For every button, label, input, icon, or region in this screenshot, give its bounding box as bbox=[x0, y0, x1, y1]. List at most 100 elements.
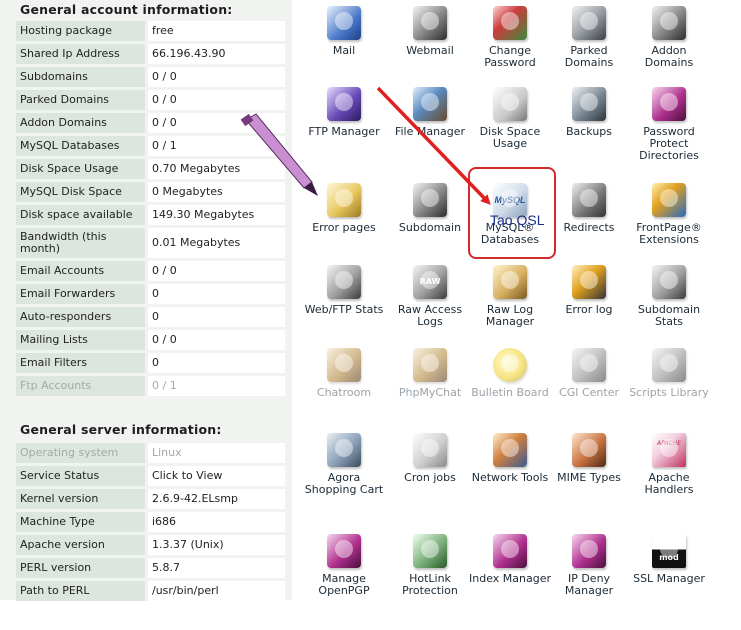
info-value: 5.8.7 bbox=[148, 558, 285, 578]
info-label: MySQL Databases bbox=[16, 136, 148, 156]
error-pages-tile[interactable]: Error pages bbox=[302, 183, 386, 234]
subdomain-stats-tile[interactable]: Subdomain Stats bbox=[627, 265, 711, 328]
info-value: 0 / 0 bbox=[148, 330, 285, 350]
service-status-link[interactable]: Click to View bbox=[148, 466, 285, 486]
info-label: Hosting package bbox=[16, 21, 148, 41]
info-value: 1.3.37 (Unix) bbox=[148, 535, 285, 555]
parked-domains-tile[interactable]: Parked Domains bbox=[547, 6, 631, 69]
manage-openpgp-tile[interactable]: Manage OpenPGP bbox=[302, 534, 386, 597]
redirects-tile[interactable]: Redirects bbox=[547, 183, 631, 234]
raw-access-logs-icon: RAW bbox=[413, 265, 447, 299]
network-tools-tile[interactable]: Network Tools bbox=[468, 433, 552, 484]
info-value: 0 bbox=[148, 353, 285, 373]
raw-access-logs-tile[interactable]: RAW Raw Access Logs bbox=[388, 265, 472, 328]
info-label: Machine Type bbox=[16, 512, 148, 532]
cron-jobs-icon bbox=[413, 433, 447, 467]
tile-label: HotLink Protection bbox=[402, 572, 458, 597]
cron-jobs-tile[interactable]: Cron jobs bbox=[388, 433, 472, 484]
scripts-library-tile[interactable]: Scripts Library bbox=[627, 348, 711, 399]
error-log-tile[interactable]: Error log bbox=[547, 265, 631, 316]
disk-space-usage-tile[interactable]: Disk Space Usage bbox=[468, 87, 552, 150]
cpanel-icon-grid: Mail Webmail Change Password Parked Doma… bbox=[302, 0, 741, 610]
chatroom-tile[interactable]: Chatroom bbox=[302, 348, 386, 399]
addon-domains-tile[interactable]: Addon Domains bbox=[627, 6, 711, 69]
error-log-icon bbox=[572, 265, 606, 299]
backups-tile[interactable]: Backups bbox=[547, 87, 631, 138]
info-label: Kernel version bbox=[16, 489, 148, 509]
info-label: Email Filters bbox=[16, 353, 148, 373]
openpgp-icon bbox=[327, 534, 361, 568]
ip-deny-manager-tile[interactable]: IP Deny Manager bbox=[547, 534, 631, 597]
mime-types-icon bbox=[572, 433, 606, 467]
account-info-table: Hosting package free Shared Ip Address 66.… bbox=[16, 18, 285, 399]
tile-label: File Manager bbox=[394, 125, 466, 138]
tile-label: Agora Shopping Cart bbox=[304, 471, 384, 496]
tile-label: Error pages bbox=[312, 221, 376, 234]
info-row: Operating system Linux bbox=[16, 443, 285, 463]
info-value: Linux bbox=[148, 443, 285, 463]
info-value: 0 Megabytes bbox=[148, 182, 285, 202]
index-manager-tile[interactable]: Index Manager bbox=[468, 534, 552, 585]
info-row: Email Forwarders 0 bbox=[16, 284, 285, 304]
info-value: 0 / 0 bbox=[148, 90, 285, 110]
info-label: PERL version bbox=[16, 558, 148, 578]
shopping-cart-icon bbox=[327, 433, 361, 467]
bulletin-board-tile[interactable]: Bulletin Board bbox=[468, 348, 552, 399]
mail-icon bbox=[327, 6, 361, 40]
info-row: Apache version 1.3.37 (Unix) bbox=[16, 535, 285, 555]
hotlink-protection-tile[interactable]: HotLink Protection bbox=[388, 534, 472, 597]
info-value: 149.30 Megabytes bbox=[148, 205, 285, 225]
subdomain-tile[interactable]: Subdomain bbox=[388, 183, 472, 234]
tile-label: FrontPage® Extensions bbox=[636, 221, 702, 246]
raw-log-manager-tile[interactable]: Raw Log Manager bbox=[468, 265, 552, 328]
tile-label: Raw Access Logs bbox=[397, 303, 463, 328]
redirects-icon bbox=[572, 183, 606, 217]
info-row: Auto-responders 0 bbox=[16, 307, 285, 327]
scripts-library-icon bbox=[652, 348, 686, 382]
tile-label: Subdomain bbox=[398, 221, 462, 234]
info-label: Apache version bbox=[16, 535, 148, 555]
tile-label: Mail bbox=[332, 44, 356, 57]
tile-label: MIME Types bbox=[557, 471, 621, 484]
tile-label: Network Tools bbox=[471, 471, 549, 484]
info-label: Auto-responders bbox=[16, 307, 148, 327]
subdomain-icon bbox=[413, 183, 447, 217]
web-ftp-stats-icon bbox=[327, 265, 361, 299]
tile-label: CGI Center bbox=[559, 386, 619, 399]
phpmychat-icon bbox=[413, 348, 447, 382]
tile-label: Chatroom bbox=[316, 386, 372, 399]
ssl-manager-tile[interactable]: mod SSL SSL Manager bbox=[627, 534, 711, 610]
cgi-center-tile[interactable]: CGI Center bbox=[547, 348, 631, 399]
info-label: Path to PERL bbox=[16, 581, 148, 601]
file-manager-tile[interactable]: File Manager bbox=[388, 87, 472, 138]
agora-shopping-cart-tile[interactable]: Agora Shopping Cart bbox=[302, 433, 386, 496]
info-value: 0 / 0 bbox=[148, 67, 285, 87]
frontpage-extensions-tile[interactable]: FrontPage® Extensions bbox=[627, 183, 711, 246]
ftp-manager-icon bbox=[327, 87, 361, 121]
web-ftp-stats-tile[interactable]: Web/FTP Stats bbox=[302, 265, 386, 316]
password-protect-tile[interactable]: Password Protect Directories bbox=[627, 87, 711, 162]
tile-label: Backups bbox=[565, 125, 613, 138]
change-password-tile[interactable]: Change Password bbox=[468, 6, 552, 69]
ftp-manager-tile[interactable]: FTP Manager bbox=[302, 87, 386, 138]
index-manager-icon bbox=[493, 534, 527, 568]
info-row: Email Accounts 0 / 0 bbox=[16, 261, 285, 281]
apache-handlers-tile[interactable]: APACHE Apache Handlers bbox=[627, 433, 711, 496]
info-value: i686 bbox=[148, 512, 285, 532]
tile-label: Addon Domains bbox=[644, 44, 694, 69]
cgi-center-icon bbox=[572, 348, 606, 382]
mail-tile[interactable]: Mail bbox=[302, 6, 386, 57]
info-value: 0 / 0 bbox=[148, 113, 285, 133]
info-row: Addon Domains 0 / 0 bbox=[16, 113, 285, 133]
mime-types-tile[interactable]: MIME Types bbox=[547, 433, 631, 484]
info-value: 0.70 Megabytes bbox=[148, 159, 285, 179]
info-value: 0 / 1 bbox=[148, 136, 285, 156]
info-row: MySQL Databases 0 / 1 bbox=[16, 136, 285, 156]
webmail-tile[interactable]: Webmail bbox=[388, 6, 472, 57]
tile-label: Parked Domains bbox=[564, 44, 614, 69]
phpmychat-tile[interactable]: PhpMyChat bbox=[388, 348, 472, 399]
info-row: Parked Domains 0 / 0 bbox=[16, 90, 285, 110]
info-label: Email Accounts bbox=[16, 261, 148, 281]
info-row: Shared Ip Address 66.196.43.90 bbox=[16, 44, 285, 64]
info-value: /usr/bin/perl bbox=[148, 581, 285, 601]
